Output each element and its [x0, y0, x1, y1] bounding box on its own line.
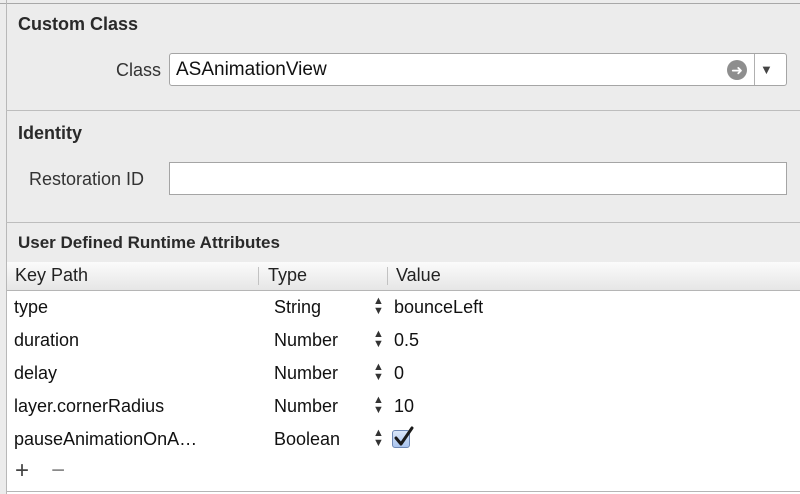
value-cell[interactable]: bounceLeft	[394, 297, 483, 318]
table-row[interactable]: layer.cornerRadius Number ▲ ▼ 10	[7, 391, 800, 424]
section-separator	[6, 110, 800, 111]
class-value[interactable]: ASAnimationView	[176, 59, 327, 81]
identity-inspector: Custom Class Class ASAnimationView ➜ ▼ I…	[0, 0, 800, 494]
column-header-key-path[interactable]: Key Path	[15, 265, 88, 286]
runtime-attributes-table: Key Path Type Value type String ▲ ▼ bounc…	[7, 262, 800, 494]
type-stepper-icon[interactable]: ▲ ▼	[373, 362, 384, 383]
value-checkbox[interactable]	[392, 426, 414, 448]
table-row[interactable]: duration Number ▲ ▼ 0.5	[7, 325, 800, 358]
key-path-cell[interactable]: layer.cornerRadius	[14, 396, 164, 417]
custom-class-title: Custom Class	[18, 14, 139, 34]
table-header: Key Path Type Value	[7, 262, 800, 291]
identity-title: Identity	[18, 123, 83, 143]
column-divider	[258, 267, 259, 285]
type-stepper-icon[interactable]: ▲ ▼	[373, 395, 384, 416]
table-row[interactable]: type String ▲ ▼ bounceLeft	[7, 292, 800, 325]
class-label: Class	[116, 60, 162, 80]
arrow-right-circle-icon[interactable]: ➜	[727, 60, 747, 80]
key-path-cell[interactable]: type	[14, 297, 48, 318]
restoration-id-field[interactable]	[169, 162, 787, 195]
value-cell[interactable]: 0.5	[394, 330, 419, 351]
type-cell[interactable]: Number	[274, 396, 338, 417]
class-combo-box[interactable]: ASAnimationView ➜ ▼	[169, 53, 787, 86]
column-header-type[interactable]: Type	[268, 265, 307, 286]
combo-divider	[754, 54, 755, 85]
type-cell[interactable]: Boolean	[274, 429, 340, 450]
type-stepper-icon[interactable]: ▲ ▼	[373, 329, 384, 350]
table-row[interactable]: pauseAnimationOnA… Boolean ▲ ▼	[7, 424, 800, 457]
key-path-cell[interactable]: duration	[14, 330, 79, 351]
key-path-cell[interactable]: pauseAnimationOnA…	[14, 429, 197, 450]
type-stepper-icon[interactable]: ▲ ▼	[373, 428, 384, 449]
value-cell[interactable]: 0	[394, 363, 404, 384]
section-separator	[6, 222, 800, 223]
table-row[interactable]: delay Number ▲ ▼ 0	[7, 358, 800, 391]
column-divider	[387, 267, 388, 285]
checkmark-icon	[394, 426, 414, 446]
table-bottom-border	[7, 491, 800, 492]
type-cell[interactable]: Number	[274, 330, 338, 351]
type-cell[interactable]: Number	[274, 363, 338, 384]
type-stepper-icon[interactable]: ▲ ▼	[373, 296, 384, 317]
remove-attribute-button[interactable]: −	[51, 457, 65, 485]
restoration-id-label: Restoration ID	[29, 169, 145, 189]
runtime-attributes-title: User Defined Runtime Attributes	[18, 233, 280, 252]
type-cell[interactable]: String	[274, 297, 321, 318]
column-header-value[interactable]: Value	[396, 265, 441, 286]
triangle-down-icon[interactable]: ▼	[760, 62, 773, 77]
key-path-cell[interactable]: delay	[14, 363, 57, 384]
value-cell[interactable]: 10	[394, 396, 414, 417]
top-border	[0, 3, 800, 4]
add-attribute-button[interactable]: +	[15, 457, 29, 485]
table-footer: + −	[7, 457, 800, 494]
